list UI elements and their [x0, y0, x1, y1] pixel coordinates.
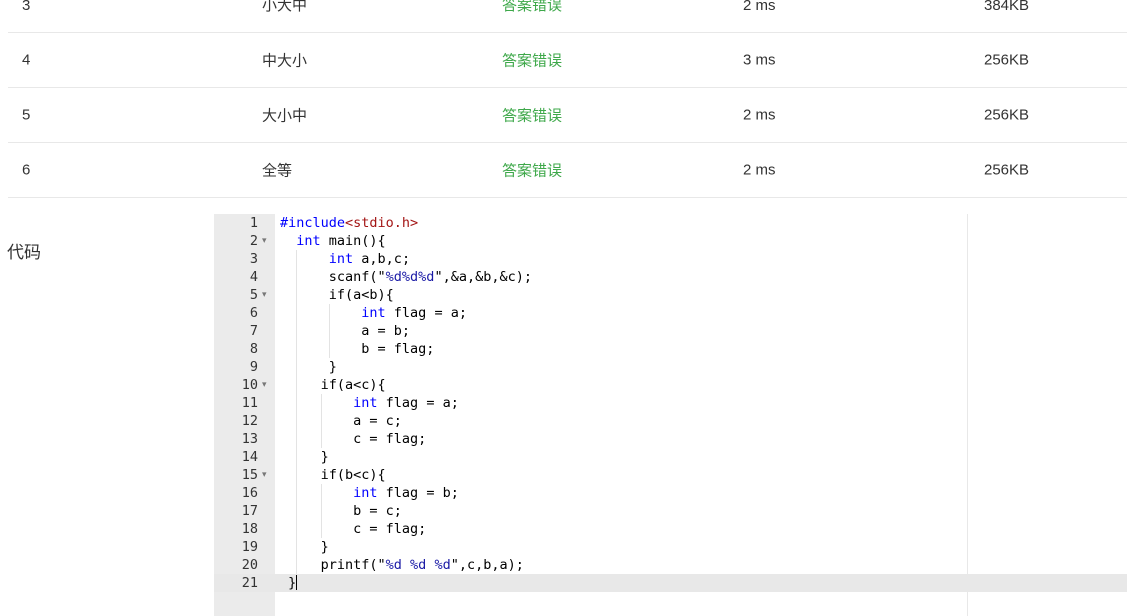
line-number: 5	[249, 287, 258, 303]
code-text[interactable]: a = b;	[280, 322, 410, 340]
status-badge: 答案错误	[502, 52, 563, 70]
memory-usage: 256KB	[984, 51, 1030, 69]
code-text[interactable]: }	[280, 358, 337, 376]
test-id: 6	[22, 161, 31, 179]
code-text[interactable]: int flag = a;	[280, 394, 459, 412]
line-number: 20	[241, 557, 258, 573]
code-text[interactable]: if(a<c){	[280, 376, 386, 394]
line-number: 19	[241, 539, 258, 555]
line-number: 13	[241, 431, 258, 447]
line-number: 8	[249, 341, 258, 357]
table-row: 3 小大中 答案错误 2 ms 384KB	[8, 0, 1127, 33]
code-text[interactable]: scanf("%d%d%d",&a,&b,&c);	[280, 268, 532, 286]
text-cursor	[296, 575, 298, 590]
code-text[interactable]: b = c;	[280, 502, 402, 520]
code-text[interactable]: printf("%d %d %d",c,b,a);	[280, 556, 524, 574]
code-section-label: 代码	[7, 243, 41, 262]
line-number: 10	[241, 377, 258, 393]
code-editor[interactable]: 1 #include<stdio.h> 2 ▾ int main(){3 int a,…	[214, 214, 1127, 616]
code-text[interactable]: }	[280, 448, 329, 466]
code-text[interactable]: a = c;	[280, 412, 402, 430]
line-number: 3	[249, 251, 258, 267]
line-number: 9	[249, 359, 258, 375]
run-time: 3 ms	[743, 51, 776, 69]
run-time: 2 ms	[743, 106, 776, 124]
line-number: 1	[249, 215, 258, 231]
line-number: 12	[241, 413, 258, 429]
line-number: 16	[241, 485, 258, 501]
fold-toggle-icon[interactable]: ▾	[262, 466, 267, 484]
test-id: 5	[22, 106, 31, 124]
memory-usage: 256KB	[984, 161, 1030, 179]
code-text[interactable]: #include<stdio.h>	[280, 214, 418, 232]
code-text[interactable]: if(a<b){	[280, 286, 394, 304]
line-number: 6	[249, 305, 258, 321]
test-results-table: 3 小大中 答案错误 2 ms 384KB 4 中大小 答案错误 3 ms 25…	[8, 0, 1127, 198]
code-text[interactable]: int main(){	[280, 232, 385, 250]
code-text[interactable]: c = flag;	[280, 520, 426, 538]
line-number: 4	[249, 269, 258, 285]
line-number: 2	[249, 233, 258, 249]
memory-usage: 384KB	[984, 0, 1030, 14]
test-name: 大小中	[262, 107, 308, 125]
line-number: 11	[241, 395, 258, 411]
line-number: 18	[241, 521, 258, 537]
code-text[interactable]: int flag = b;	[280, 484, 459, 502]
table-row: 6 全等 答案错误 2 ms 256KB	[8, 143, 1127, 198]
test-name: 中大小	[262, 52, 308, 70]
line-number: 7	[249, 323, 258, 339]
fold-toggle-icon[interactable]: ▾	[262, 232, 267, 250]
memory-usage: 256KB	[984, 106, 1030, 124]
table-row: 4 中大小 答案错误 3 ms 256KB	[8, 33, 1127, 88]
active-line-highlight	[214, 574, 1127, 592]
fold-toggle-icon[interactable]: ▾	[262, 376, 267, 394]
run-time: 2 ms	[743, 0, 776, 14]
code-text[interactable]: c = flag;	[280, 430, 426, 448]
line-number: 14	[241, 449, 258, 465]
test-name: 小大中	[262, 0, 308, 14]
print-margin	[967, 214, 968, 616]
line-number: 15	[241, 467, 258, 483]
test-name: 全等	[262, 162, 293, 180]
status-badge: 答案错误	[502, 107, 563, 125]
code-text[interactable]: }	[280, 574, 298, 592]
line-number: 17	[241, 503, 258, 519]
code-text[interactable]: }	[280, 538, 329, 556]
status-badge: 答案错误	[502, 0, 563, 14]
test-id: 4	[22, 51, 31, 69]
fold-toggle-icon[interactable]: ▾	[262, 286, 267, 304]
run-time: 2 ms	[743, 161, 776, 179]
status-badge: 答案错误	[502, 162, 563, 180]
code-text[interactable]: b = flag;	[280, 340, 434, 358]
test-id: 3	[22, 0, 31, 14]
code-text[interactable]: int flag = a;	[280, 304, 467, 322]
table-row: 5 大小中 答案错误 2 ms 256KB	[8, 88, 1127, 143]
code-text[interactable]: int a,b,c;	[280, 250, 410, 268]
code-text[interactable]: if(b<c){	[280, 466, 386, 484]
line-number: 21	[241, 575, 258, 591]
